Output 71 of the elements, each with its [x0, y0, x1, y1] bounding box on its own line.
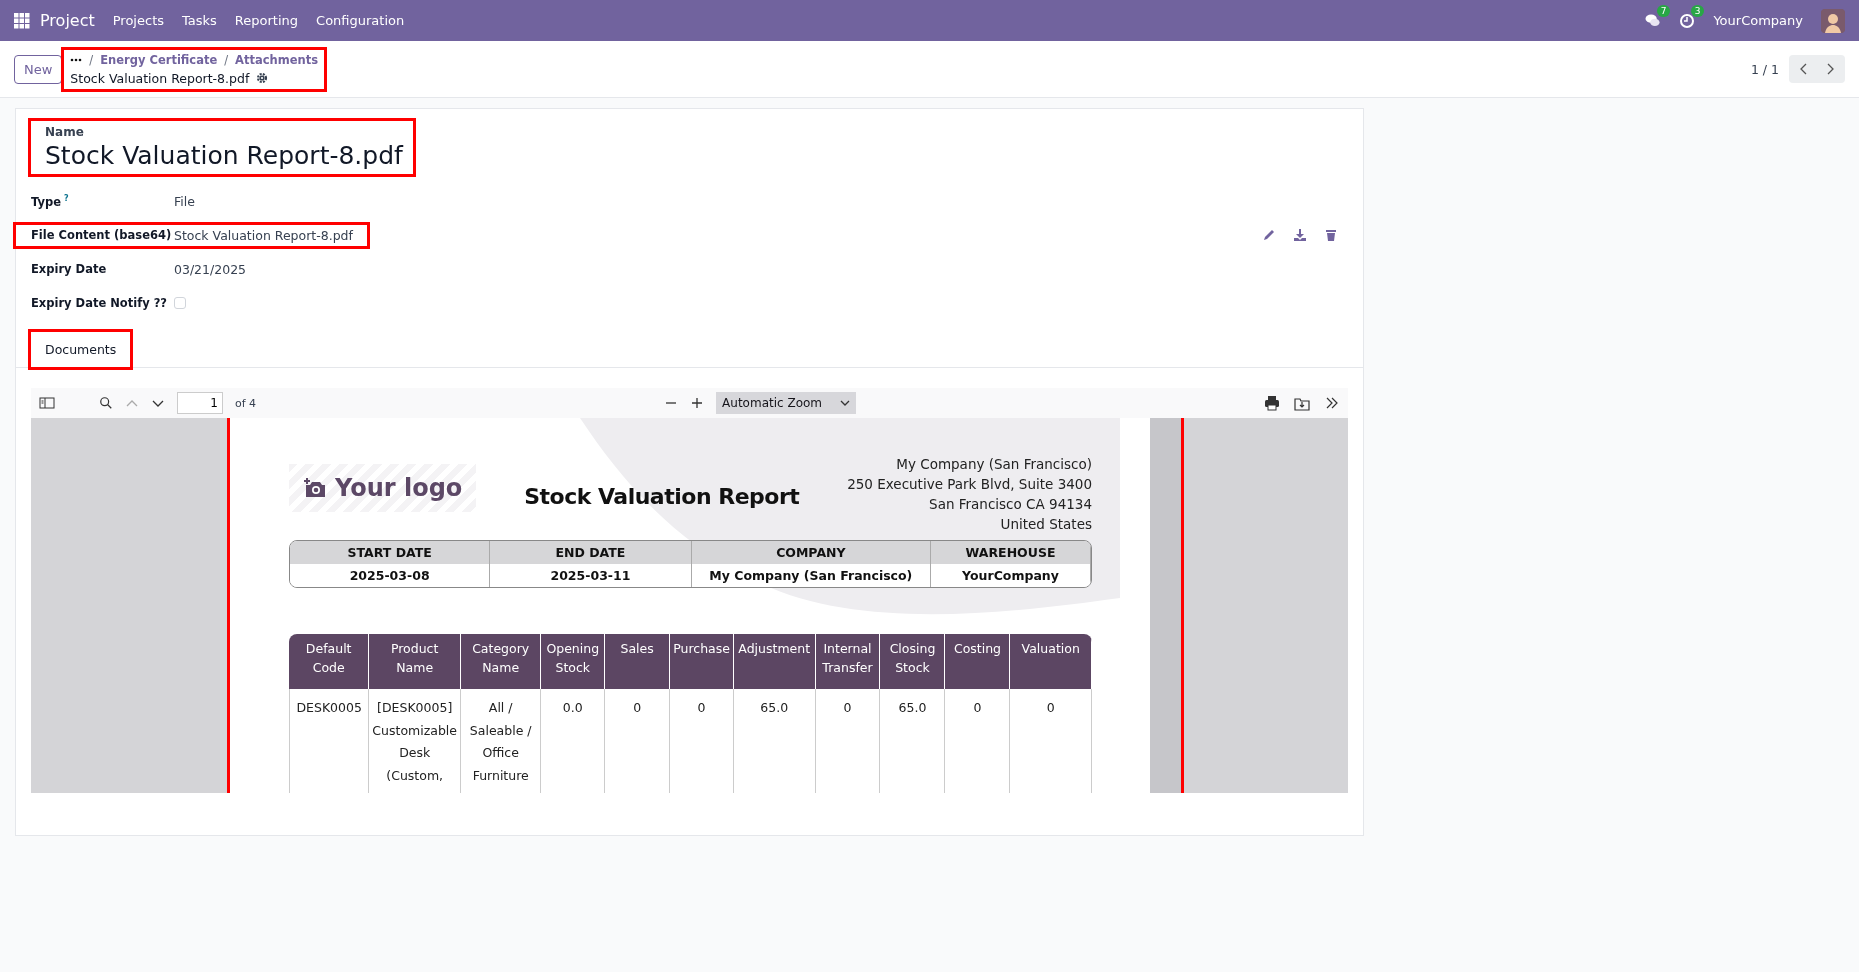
app-name[interactable]: Project — [40, 11, 95, 30]
name-field[interactable]: Stock Valuation Report-8.pdf — [45, 141, 403, 170]
column-header: Costing — [945, 634, 1011, 689]
field-value: File — [174, 193, 195, 209]
column-header: Default Code — [289, 634, 370, 689]
chevrons-right-icon — [1324, 395, 1340, 411]
new-button[interactable]: New — [14, 54, 63, 84]
zoom-select[interactable]: Automatic Zoom — [716, 392, 857, 414]
clock-icon — [1679, 12, 1696, 29]
table-header: END DATE — [490, 541, 692, 564]
field-label: Expiry Date — [31, 262, 108, 276]
column-header: Category Name — [461, 634, 542, 689]
record-title: Stock Valuation Report-8.pdf — [70, 70, 250, 86]
avatar-icon[interactable] — [1821, 8, 1845, 33]
activity-count-badge: 3 — [1690, 4, 1705, 17]
field-label: File Content (base64) — [31, 228, 173, 242]
camera-icon — [303, 478, 327, 498]
menu-item[interactable]: Tasks — [182, 13, 217, 28]
company-name[interactable]: YourCompany — [1713, 13, 1803, 28]
chevron-right-icon — [1826, 62, 1836, 76]
breadcrumb-separator: / — [89, 52, 94, 67]
table-cell: 2025-03-08 — [290, 564, 491, 587]
gear-icon — [256, 72, 269, 84]
zoom-in-icon — [690, 396, 705, 410]
breadcrumb-link[interactable]: Attachments — [235, 52, 319, 67]
sidebar-toggle-icon — [39, 395, 55, 411]
apps-menu-icon[interactable] — [14, 12, 30, 29]
breadcrumb-link[interactable]: Energy Certificate — [100, 52, 218, 67]
caret-icon — [840, 399, 851, 407]
column-header: Valuation — [1010, 634, 1092, 689]
field-label: Type $^{?}$ — [31, 193, 70, 209]
chat-icon — [1645, 13, 1662, 28]
column-header: Product Name — [369, 634, 461, 689]
menu-item[interactable]: Configuration — [316, 13, 405, 28]
address-line: San Francisco CA 94134 — [929, 496, 1092, 512]
table-header: START DATE — [290, 541, 491, 564]
column-header: Purchase — [670, 634, 734, 689]
logo-text: Your logo — [335, 474, 463, 502]
column-header: Internal Transfer — [815, 634, 881, 689]
tab[interactable]: Documents — [31, 332, 131, 367]
save-icon — [1294, 395, 1310, 411]
page-number-field[interactable]: 1 — [177, 392, 223, 414]
field-label: Name — [45, 125, 85, 139]
table-header: COMPANY — [691, 541, 932, 564]
page-count: of 4 — [235, 396, 257, 410]
field-label: Expiry Date Notify ?? — [31, 296, 169, 310]
checkbox[interactable] — [174, 297, 186, 309]
chevron-left-icon — [1798, 62, 1808, 76]
field-value: Stock Valuation Report-8.pdf — [174, 227, 353, 243]
column-header: Sales — [605, 634, 671, 689]
address-line: My Company (San Francisco) — [896, 456, 1092, 472]
search-icon — [99, 396, 113, 410]
table-cell: DESK0005 — [289, 689, 370, 793]
download-icon — [1293, 228, 1307, 242]
column-header: Opening Stock — [541, 634, 606, 689]
menu-item[interactable]: Projects — [112, 13, 164, 28]
print-icon — [1264, 395, 1280, 411]
column-header: Adjustment — [733, 634, 816, 689]
pager-text: 1 / 1 — [1750, 61, 1779, 77]
breadcrumb-separator: / — [224, 52, 229, 67]
table-cell: YourCompany — [931, 564, 1091, 587]
address-line: 250 Executive Park Blvd, Suite 3400 — [847, 476, 1092, 492]
pencil-icon — [1262, 228, 1276, 242]
column-header: Closing Stock — [880, 634, 946, 689]
table-header: WAREHOUSE — [931, 541, 1091, 564]
report-title: Stock Valuation Report — [523, 484, 801, 509]
trash-icon — [1324, 228, 1338, 242]
address-line: United States — [1000, 516, 1092, 532]
menu-item[interactable]: Reporting — [234, 13, 299, 28]
field-value: 03/21/2025 — [174, 261, 247, 277]
message-count-badge: 7 — [1656, 5, 1671, 17]
